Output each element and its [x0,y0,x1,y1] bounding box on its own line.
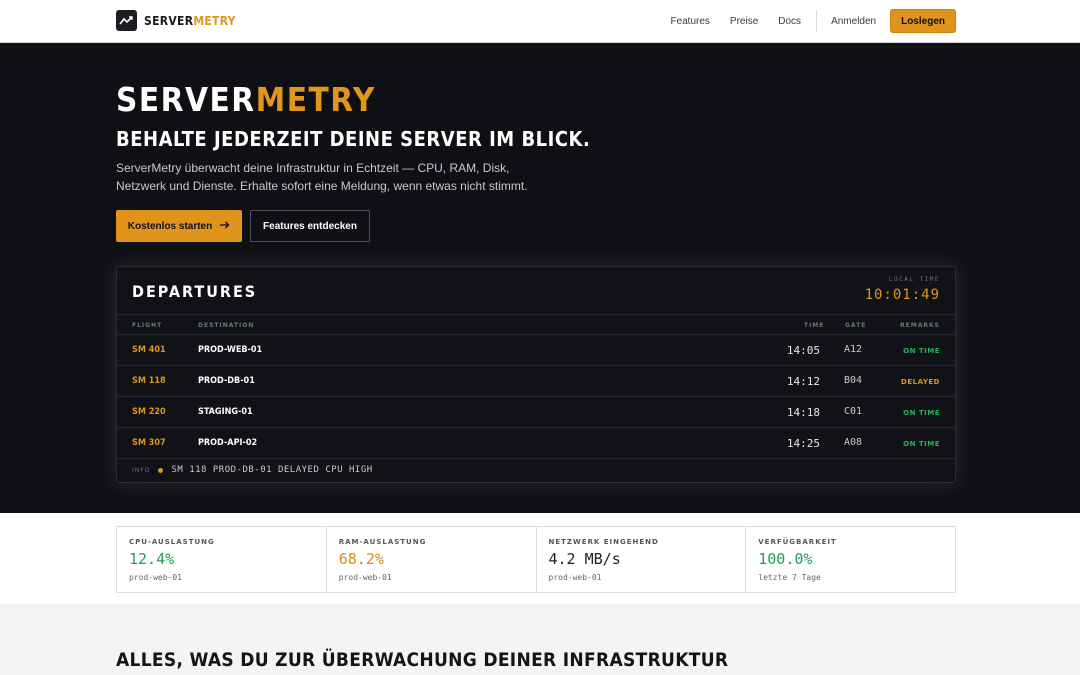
board-title: DEPARTURES [132,282,258,301]
stat-label: RAM-AUSLASTUNG [338,538,427,546]
stat-label: NETZWERK EINGEHEND [548,538,659,546]
departure-row[interactable]: SM 307 PROD-API-02 14:25 A08 ON TIME [117,428,955,459]
column-time: TIME [804,322,825,329]
gate: A08 [844,437,863,448]
flight-code: SM 118 [132,376,166,386]
gate: A12 [844,344,863,355]
hero-description: ServerMetry überwacht deine Infrastruktu… [116,161,528,193]
stats-panel: CPU-AUSLASTUNG 12.4% prod-web-01 RAM-AUS… [116,526,956,593]
column-flight: FLIGHT [132,322,163,329]
hero-subtitle: BEHALTE JEDERZEIT DEINE SERVER IM BLICK. [116,127,591,151]
start-free-button[interactable]: Kostenlos starten [116,210,242,242]
nav-links: Features Preise Docs Anmelden Loslegen [670,9,956,33]
flight-code: SM 220 [132,407,166,417]
brand-name: SERVERMETRY [144,13,236,28]
top-navigation: SERVERMETRY Features Preise Docs Anmelde… [0,0,1080,43]
nav-link-features[interactable]: Features [670,16,709,27]
local-time-label: LOCAL TIME [888,276,940,283]
ticker-message: SM 118 PROD-DB-01 DELAYED CPU HIGH [171,465,373,475]
stat-subtext: letzte 7 Tage [758,573,821,582]
destination-server: PROD-API-02 [198,438,258,448]
start-free-label: Kostenlos starten [127,220,213,232]
departure-row[interactable]: SM 220 STAGING-01 14:18 C01 ON TIME [117,397,955,428]
login-link[interactable]: Anmelden [831,16,876,27]
flight-code: SM 401 [132,345,166,355]
stat-label: VERFÜGBARKEIT [758,538,837,546]
status-remark: ON TIME [903,347,940,355]
stat-subtext: prod-web-01 [548,573,602,582]
hero-section: SERVERMETRY BEHALTE JEDERZEIT DEINE SERV… [0,43,1080,513]
board-header-row: FLIGHT DESTINATION TIME GATE REMARKS [117,314,955,335]
departures-board: DEPARTURES LOCAL TIME 10:01:49 FLIGHT DE… [116,266,956,483]
departure-time: 14:05 [786,344,820,357]
stats-section: CPU-AUSLASTUNG 12.4% prod-web-01 RAM-AUS… [0,513,1080,604]
destination-server: PROD-WEB-01 [198,345,263,355]
destination-server: STAGING-01 [198,407,253,417]
status-dot-icon [158,467,164,473]
column-destination: DESTINATION [198,322,255,329]
stat-card-cpu: CPU-AUSLASTUNG 12.4% prod-web-01 [117,527,327,592]
ticker-label: INFO [132,466,151,474]
status-remark: DELAYED [901,378,940,386]
departure-row[interactable]: SM 401 PROD-WEB-01 14:05 A12 ON TIME [117,335,955,366]
hero-title: SERVERMETRY [116,80,376,119]
arrow-right-icon [220,221,230,232]
stat-subtext: prod-web-01 [338,573,392,582]
brand-logo[interactable]: SERVERMETRY [116,10,236,31]
column-remarks: REMARKS [900,322,940,329]
stat-card-network: NETZWERK EINGEHEND 4.2 MB/s prod-web-01 [537,527,747,592]
stat-value: 12.4% [129,550,175,568]
departure-time: 14:18 [786,406,820,419]
nav-divider [816,10,818,32]
stat-card-availability: VERFÜGBARKEIT 100.0% letzte 7 Tage [746,527,955,592]
stat-subtext: prod-web-01 [129,573,182,582]
features-heading: ALLES, WAS DU ZUR ÜBERWACHUNG DEINER INF… [116,649,729,671]
status-remark: ON TIME [903,440,940,448]
flight-code: SM 307 [132,438,166,448]
nav-link-docs[interactable]: Docs [778,16,801,27]
departure-time: 14:25 [786,437,820,450]
stat-value: 68.2% [338,550,384,568]
gate: C01 [844,406,863,417]
chart-trend-icon [116,10,137,31]
get-started-button[interactable]: Loslegen [890,9,956,33]
info-ticker: INFO SM 118 PROD-DB-01 DELAYED CPU HIGH [132,465,373,475]
column-gate: GATE [845,322,867,329]
stat-value: 4.2 MB/s [548,550,621,568]
stat-value: 100.0% [758,550,813,568]
local-time-value: 10:01:49 [864,287,940,303]
nav-link-preise[interactable]: Preise [730,16,758,27]
departure-row[interactable]: SM 118 PROD-DB-01 14:12 B04 DELAYED [117,366,955,397]
explore-features-button[interactable]: Features entdecken [250,210,370,242]
stat-card-ram: RAM-AUSLASTUNG 68.2% prod-web-01 [327,527,537,592]
departure-time: 14:12 [786,375,820,388]
gate: B04 [844,375,863,386]
stat-label: CPU-AUSLASTUNG [129,538,215,546]
destination-server: PROD-DB-01 [198,376,255,386]
status-remark: ON TIME [903,409,940,417]
